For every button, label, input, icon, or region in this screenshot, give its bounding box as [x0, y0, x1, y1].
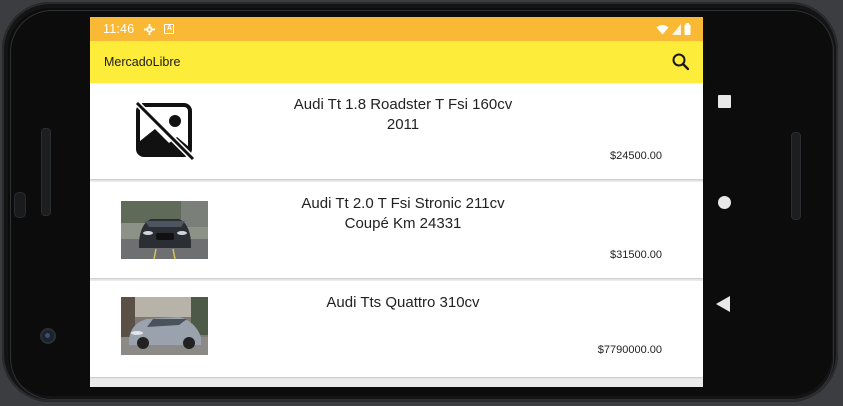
status-indicators: [656, 23, 691, 35]
item-title: Audi Tts Quattro 310cv: [326, 294, 480, 311]
list-item[interactable]: Audi Tts Quattro 310cv $7790000.00: [90, 281, 703, 377]
battery-icon: [684, 23, 691, 35]
list-item[interactable]: Audi Tt 2.0 T Fsi Stronic 211cv Coupé Km…: [90, 182, 703, 278]
app-toolbar: MercadoLibre: [90, 41, 703, 83]
a-box-icon: A: [164, 24, 175, 34]
item-price: $31500.00: [610, 249, 662, 261]
side-sensor: [14, 192, 26, 218]
app-title: MercadoLibre: [104, 55, 181, 69]
item-title: Audi Tt 1.8 Roadster T Fsi 160cv 2011: [293, 96, 513, 133]
recents-nav-button[interactable]: [718, 95, 731, 108]
item-title: Audi Tt 2.0 T Fsi Stronic 211cv Coupé Km…: [301, 195, 505, 232]
wifi-icon: [656, 24, 669, 34]
item-price: $7790000.00: [597, 344, 662, 356]
home-nav-button[interactable]: [718, 196, 731, 209]
speaker-grille-right: [791, 132, 801, 220]
item-price: $24500.00: [610, 150, 662, 162]
status-bar: 11:46 A: [90, 17, 703, 41]
gear-icon: [144, 23, 156, 35]
no-image-icon: [135, 101, 195, 161]
signal-icon: [672, 23, 681, 35]
car-thumbnail: [121, 297, 208, 355]
list-item[interactable]: Audi Tt 1.8 Roadster T Fsi 160cv 2011 $2…: [90, 83, 703, 179]
results-list: Audi Tt 1.8 Roadster T Fsi 160cv 2011 $2…: [90, 83, 703, 377]
speaker-grille-left: [41, 128, 51, 216]
app-screen: 11:46 A MercadoLibre Audi Tt 1.8 Roadste…: [90, 17, 703, 387]
back-nav-button[interactable]: [716, 296, 730, 312]
search-icon[interactable]: [671, 52, 691, 72]
front-camera: [40, 328, 56, 344]
car-thumbnail: [121, 201, 208, 259]
status-time: 11:46: [103, 22, 135, 36]
